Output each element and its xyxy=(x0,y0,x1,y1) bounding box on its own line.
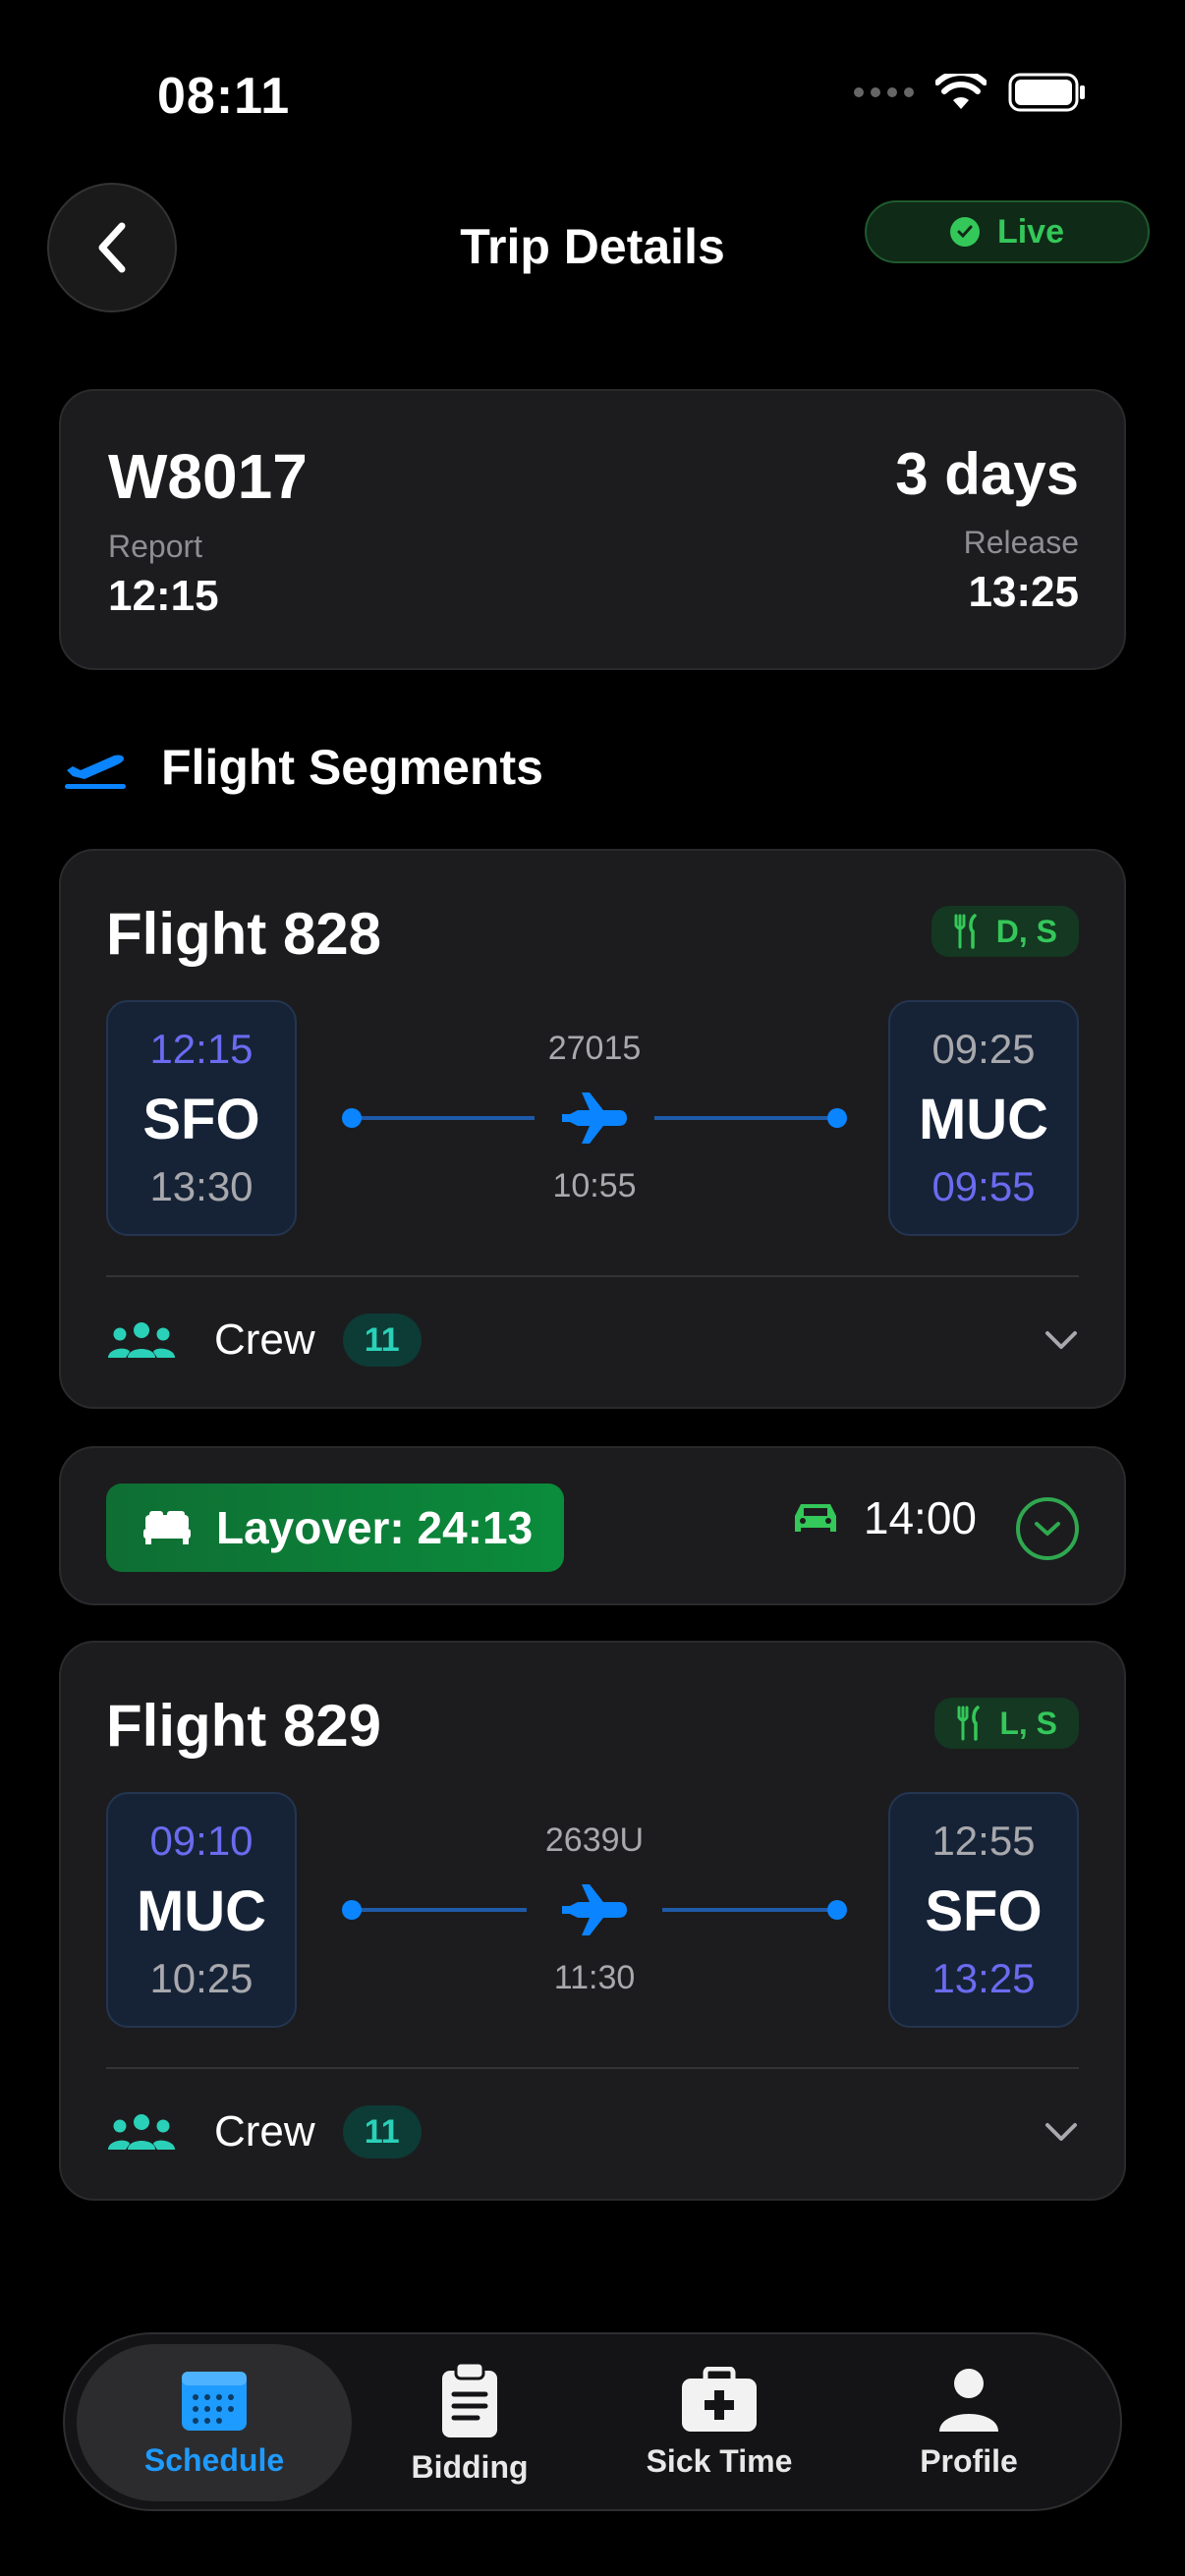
crew-label: Crew xyxy=(214,1316,315,1364)
tab-label: Schedule xyxy=(143,2441,285,2478)
destination-local-time: 09:25 xyxy=(931,1026,1036,1072)
release-label: Release xyxy=(963,525,1079,560)
expand-layover-button[interactable] xyxy=(1016,1497,1079,1560)
crew-toggle-row[interactable]: Crew 11 xyxy=(106,2093,1079,2171)
layover-card: Layover: 24:13 14:00 xyxy=(59,1446,1126,1605)
flight-duration: 11:30 xyxy=(553,1959,636,1996)
flight-route: 27015 10:55 xyxy=(326,1000,863,1236)
crew-label: Crew xyxy=(214,2107,315,2156)
car-pickup-time: 14:00 xyxy=(863,1492,977,1543)
tab-schedule[interactable]: Schedule xyxy=(77,2344,352,2501)
destination-code: MUC xyxy=(918,1088,1049,1151)
destination-airport-box: 09:25 MUC 09:55 xyxy=(888,1000,1079,1236)
flight-segments-heading: Flight Segments xyxy=(63,739,543,796)
people-group-icon xyxy=(108,2114,175,2150)
bottom-tab-bar: Schedule Bidding Sick Time Profile xyxy=(63,2332,1122,2511)
report-label: Report xyxy=(108,529,203,564)
meal-codes: D, S xyxy=(995,913,1057,949)
crew-count-badge: 11 xyxy=(342,1314,422,1367)
tab-sick-time[interactable]: Sick Time xyxy=(582,2344,857,2501)
meal-badge: L, S xyxy=(934,1698,1079,1749)
airplane-icon xyxy=(559,1882,630,1937)
check-circle-icon xyxy=(949,217,980,247)
tab-profile[interactable]: Profile xyxy=(831,2344,1106,2501)
divider xyxy=(106,1275,1079,1277)
release-time: 13:25 xyxy=(968,568,1079,616)
trip-summary-card: W8017 Report 12:15 3 days Release 13:25 xyxy=(59,389,1126,670)
flight-card: Flight 828 D, S 12:15 SFO 13:30 27015 10… xyxy=(59,849,1126,1409)
battery-icon xyxy=(1008,73,1085,112)
chevron-down-icon xyxy=(1045,2123,1077,2141)
medical-kit-icon xyxy=(682,2366,757,2432)
destination-code: SFO xyxy=(925,1879,1043,1943)
flight-title: Flight 829 xyxy=(106,1693,382,1759)
meal-badge: D, S xyxy=(931,906,1079,957)
airplane-takeoff-icon xyxy=(65,755,126,789)
origin-scheduled-time: 09:10 xyxy=(149,1818,254,1864)
flight-duration: 10:55 xyxy=(552,1167,637,1204)
flight-title: Flight 828 xyxy=(106,901,382,967)
transport-time: 14:00 xyxy=(793,1491,977,1544)
signal-dots-icon xyxy=(854,87,914,97)
layover-label: Layover: 24:13 xyxy=(216,1502,534,1553)
flight-card: Flight 829 L, S 09:10 MUC 10:25 2639U 11… xyxy=(59,1641,1126,2201)
airplane-icon xyxy=(559,1091,630,1146)
fork-knife-icon xyxy=(954,914,977,949)
tab-label: Profile xyxy=(920,2442,1018,2479)
flight-route: 2639U 11:30 xyxy=(326,1792,863,2028)
destination-local-time: 12:55 xyxy=(931,1818,1036,1864)
wifi-icon xyxy=(935,74,987,109)
tab-bidding[interactable]: Bidding xyxy=(332,2344,607,2501)
route-end-dot xyxy=(827,1108,847,1128)
destination-airport-box: 12:55 SFO 13:25 xyxy=(888,1792,1079,2028)
origin-code: SFO xyxy=(142,1088,260,1151)
person-icon xyxy=(939,2368,998,2432)
origin-scheduled-time: 12:15 xyxy=(149,1026,254,1072)
status-time: 08:11 xyxy=(157,68,291,125)
aircraft-number: 2639U xyxy=(544,1821,645,1859)
origin-airport-box: 09:10 MUC 10:25 xyxy=(106,1792,297,2028)
status-indicators xyxy=(854,73,1087,112)
chevron-down-icon xyxy=(1045,1331,1077,1349)
fork-knife-icon xyxy=(957,1706,981,1741)
divider xyxy=(106,2067,1079,2069)
clipboard-icon xyxy=(442,2361,497,2437)
calendar-icon xyxy=(182,2371,247,2431)
live-status-badge: Live xyxy=(865,200,1150,263)
report-time: 12:15 xyxy=(108,572,219,620)
car-icon xyxy=(794,1504,836,1532)
crew-count-badge: 11 xyxy=(342,2105,422,2158)
route-start-dot xyxy=(342,1108,362,1128)
trip-id: W8017 xyxy=(108,441,308,512)
live-label: Live xyxy=(996,212,1065,251)
chevron-down-icon xyxy=(1035,1522,1060,1536)
trip-duration: 3 days xyxy=(895,441,1079,507)
tab-label: Bidding xyxy=(411,2448,529,2485)
crew-toggle-row[interactable]: Crew 11 xyxy=(106,1301,1079,1379)
tab-label: Sick Time xyxy=(646,2442,793,2479)
route-end-dot xyxy=(827,1900,847,1920)
destination-scheduled-time: 09:55 xyxy=(931,1163,1036,1209)
origin-local-time: 13:30 xyxy=(149,1163,254,1209)
aircraft-number: 27015 xyxy=(547,1030,642,1067)
bed-icon xyxy=(143,1511,191,1544)
layover-pill: Layover: 24:13 xyxy=(106,1484,564,1572)
origin-airport-box: 12:15 SFO 13:30 xyxy=(106,1000,297,1236)
people-group-icon xyxy=(108,1322,175,1358)
section-title: Flight Segments xyxy=(161,740,543,795)
origin-local-time: 10:25 xyxy=(149,1955,254,2001)
origin-code: MUC xyxy=(136,1879,267,1943)
destination-scheduled-time: 13:25 xyxy=(931,1955,1036,2001)
meal-codes: L, S xyxy=(999,1705,1057,1741)
route-start-dot xyxy=(342,1900,362,1920)
